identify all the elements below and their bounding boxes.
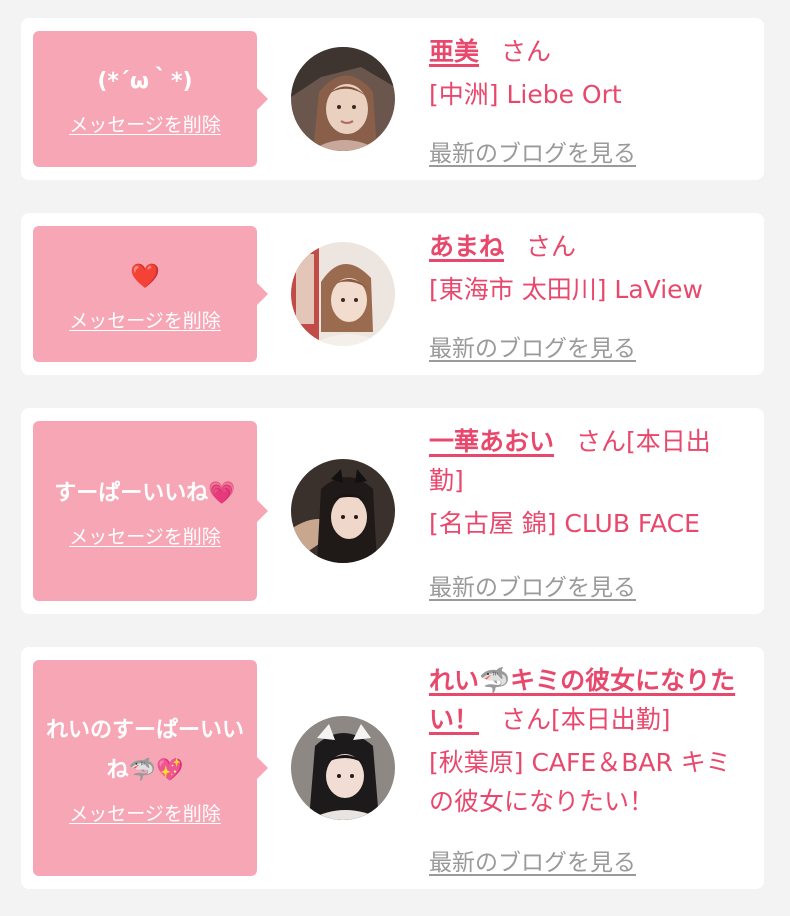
profile-photo-icon xyxy=(291,47,395,151)
girl-name-link[interactable]: 一華あおい xyxy=(429,427,554,456)
message-text: ❤️ xyxy=(130,261,160,290)
avatar[interactable] xyxy=(291,459,395,563)
delete-message-link[interactable]: メッセージを削除 xyxy=(69,306,221,333)
message-bubble: れいのすーぱーいいね🦈💖 メッセージを削除 xyxy=(33,660,268,876)
message-card: (*´ω｀*) メッセージを削除 亜美 さん [中洲] Liebe Ort 最新の… xyxy=(21,18,764,180)
girl-name-link[interactable]: 亜美 xyxy=(429,37,479,66)
honorific-text: さん xyxy=(501,37,552,66)
message-card: すーぱーいいね💗 メッセージを削除 一華あおい さん[本日出勤] [名古屋 錦] … xyxy=(21,408,764,614)
shop-name: [秋葉原] CAFE＆BAR キミの彼女になりたい！ xyxy=(429,748,731,816)
message-text: すーぱーいいね💗 xyxy=(54,480,236,506)
message-bubble: すーぱーいいね💗 メッセージを削除 xyxy=(33,421,268,601)
message-bubble: (*´ω｀*) メッセージを削除 xyxy=(33,31,268,167)
delete-message-link[interactable]: メッセージを削除 xyxy=(69,110,221,137)
message-text: (*´ω｀*) xyxy=(97,68,193,94)
profile-photo-icon xyxy=(291,242,395,346)
girl-info: 一華あおい さん[本日出勤] [名古屋 錦] CLUB FACE xyxy=(429,422,745,543)
message-card: れいのすーぱーいいね🦈💖 メッセージを削除 れい🦈キミの彼女になりたい！ さん[本… xyxy=(21,647,764,889)
girl-info: あまね さん [東海市 太田川] LaView xyxy=(429,227,745,309)
shop-name: [東海市 太田川] LaView xyxy=(429,275,703,304)
shop-name: [名古屋 錦] CLUB FACE xyxy=(429,509,700,538)
latest-blog-link[interactable]: 最新のブログを見る xyxy=(429,843,636,877)
message-bubble: ❤️ メッセージを削除 xyxy=(33,226,268,362)
girl-info: 亜美 さん [中洲] Liebe Ort xyxy=(429,32,745,114)
delete-message-link[interactable]: メッセージを削除 xyxy=(69,522,221,549)
favorite-message-list: (*´ω｀*) メッセージを削除 亜美 さん [中洲] Liebe Ort 最新の… xyxy=(0,0,790,916)
shop-name: [中洲] Liebe Ort xyxy=(429,80,622,109)
delete-message-link[interactable]: メッセージを削除 xyxy=(69,799,221,826)
honorific-text: さん xyxy=(526,232,577,261)
latest-blog-link[interactable]: 最新のブログを見る xyxy=(429,329,636,363)
message-card: ❤️ メッセージを削除 あまね さん [東海市 太田川] LaView 最新のブロ… xyxy=(21,213,764,375)
girl-name-link[interactable]: あまね xyxy=(429,232,504,261)
avatar[interactable] xyxy=(291,242,395,346)
latest-blog-link[interactable]: 最新のブログを見る xyxy=(429,134,636,168)
avatar[interactable] xyxy=(291,47,395,151)
girl-info: れい🦈キミの彼女になりたい！ さん[本日出勤] [秋葉原] CAFE＆BAR キミ… xyxy=(429,661,745,821)
profile-photo-icon xyxy=(291,459,395,563)
message-text: れいのすーぱーいいね🦈💖 xyxy=(45,717,244,783)
latest-blog-link[interactable]: 最新のブログを見る xyxy=(429,568,636,602)
profile-photo-icon xyxy=(291,716,395,820)
avatar[interactable] xyxy=(291,716,395,820)
honorific-text: さん[本日出勤] xyxy=(501,705,671,734)
